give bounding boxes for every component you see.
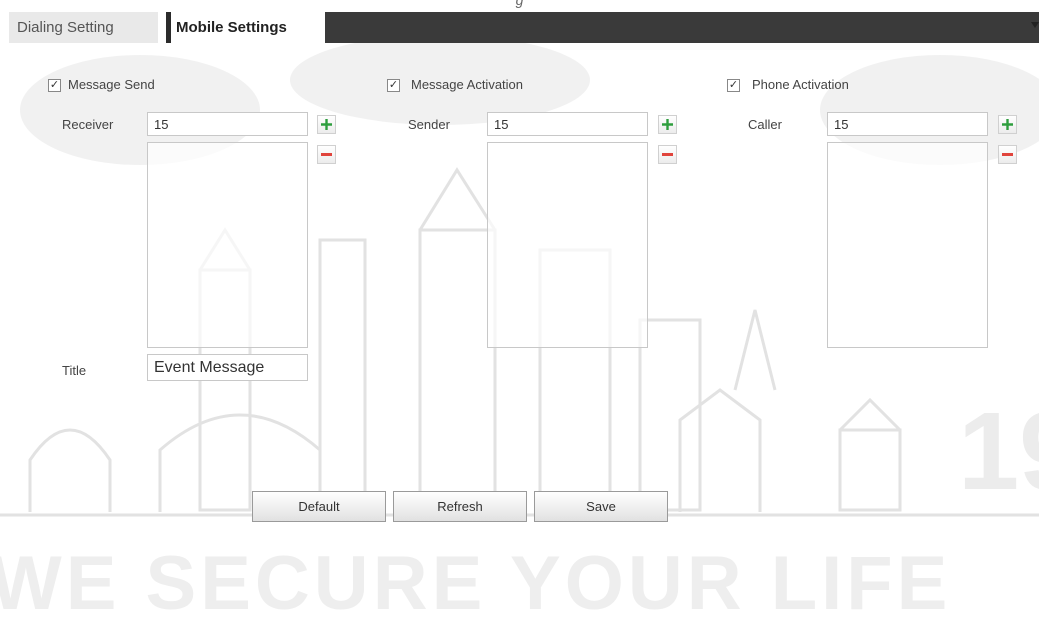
caller-input[interactable] — [827, 112, 988, 136]
title-label: Title — [62, 363, 87, 378]
chevron-down-icon[interactable] — [1031, 22, 1039, 28]
window-caption: g — [515, 0, 524, 8]
add-receiver-button[interactable] — [317, 115, 336, 134]
message-send-checkbox[interactable]: ✓ — [48, 79, 61, 92]
message-activation-label: Message Activation — [411, 77, 524, 92]
add-caller-button[interactable] — [998, 115, 1017, 134]
caller-list[interactable] — [827, 142, 988, 348]
add-sender-button[interactable] — [658, 115, 677, 134]
minus-icon — [662, 153, 673, 156]
message-send-label: Message Send — [68, 77, 155, 92]
tab-dialing-setting[interactable]: Dialing Setting — [9, 12, 158, 43]
mobile-settings-panel: ✓ Message Send Receiver Title ✓ Message … — [0, 43, 1039, 588]
message-activation-checkbox[interactable]: ✓ — [387, 79, 400, 92]
caller-label: Caller — [748, 117, 782, 132]
receiver-label: Receiver — [62, 117, 114, 132]
remove-receiver-button[interactable] — [317, 145, 336, 164]
phone-activation-checkbox[interactable]: ✓ — [727, 79, 740, 92]
remove-sender-button[interactable] — [658, 145, 677, 164]
plus-icon — [662, 119, 673, 130]
remove-caller-button[interactable] — [998, 145, 1017, 164]
phone-activation-label: Phone Activation — [752, 77, 849, 92]
sender-input[interactable] — [487, 112, 648, 136]
save-button[interactable]: Save — [534, 491, 668, 522]
minus-icon — [321, 153, 332, 156]
tab-mobile-settings[interactable]: Mobile Settings — [158, 12, 325, 43]
receiver-input[interactable] — [147, 112, 308, 136]
default-button[interactable]: Default — [252, 491, 386, 522]
tab-bar: Dialing Setting Mobile Settings — [9, 12, 1039, 43]
sender-label: Sender — [408, 117, 450, 132]
plus-icon — [1002, 119, 1013, 130]
title-input[interactable] — [147, 354, 308, 381]
refresh-button[interactable]: Refresh — [393, 491, 527, 522]
minus-icon — [1002, 153, 1013, 156]
plus-icon — [321, 119, 332, 130]
receiver-list[interactable] — [147, 142, 308, 348]
sender-list[interactable] — [487, 142, 648, 348]
